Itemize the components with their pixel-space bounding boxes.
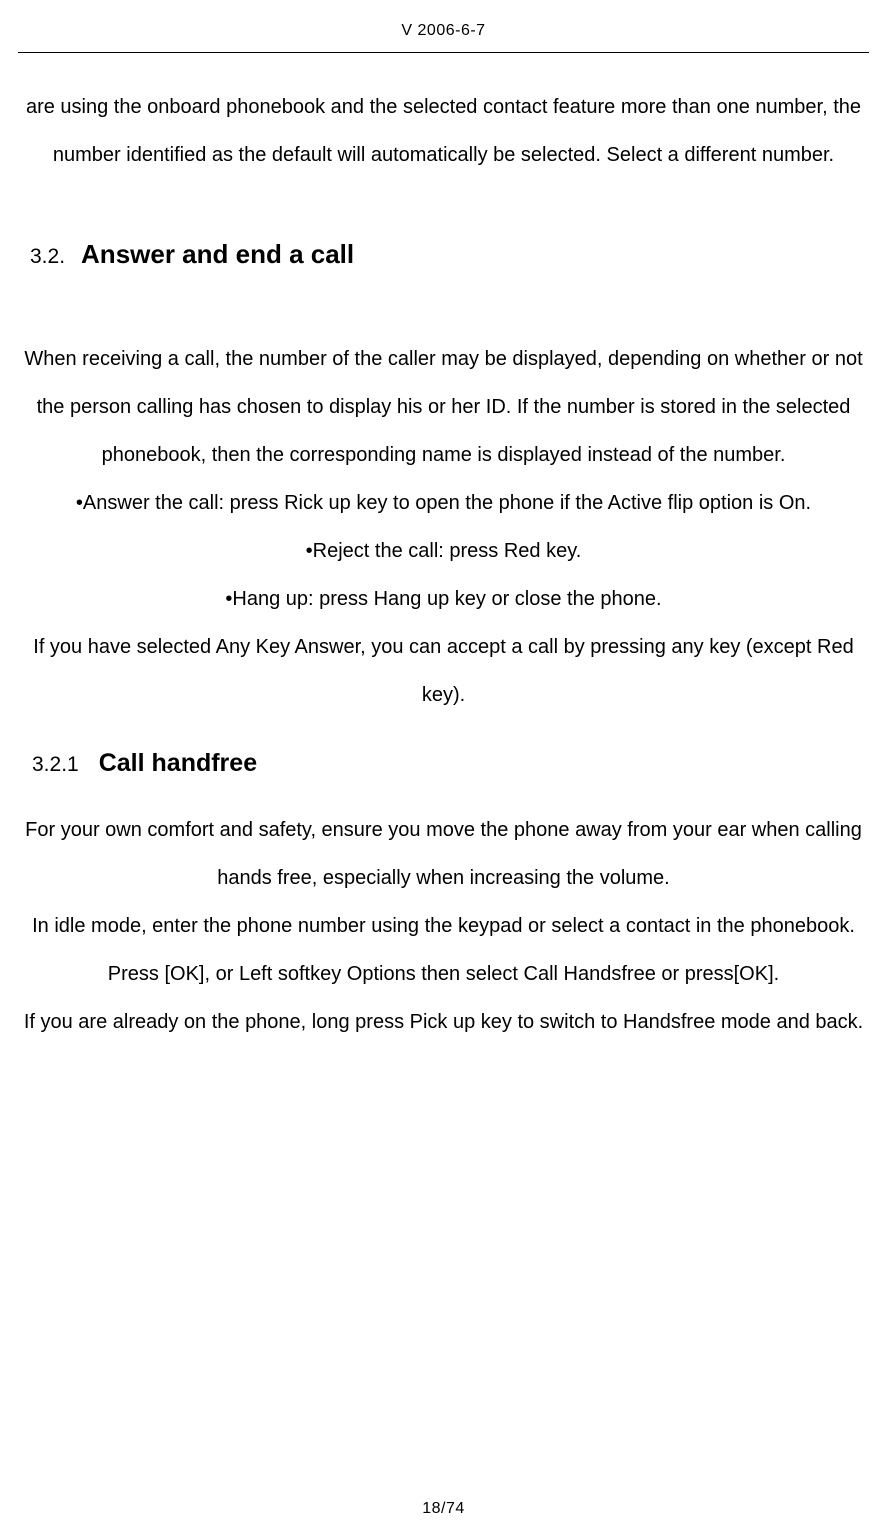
section-3-2-1-paragraph-2: In idle mode, enter the phone number usi… — [10, 902, 877, 950]
subsection-title: Call handfree — [99, 749, 257, 778]
section-title: Answer and end a call — [81, 239, 354, 270]
section-3-2-1-paragraph-4: If you are already on the phone, long pr… — [10, 998, 877, 1046]
section-3-2-1-paragraph-1: For your own comfort and safety, ensure … — [10, 806, 877, 902]
section-3-2-paragraph-2: If you have selected Any Key Answer, you… — [10, 623, 877, 719]
intro-paragraph: are using the onboard phonebook and the … — [10, 83, 877, 179]
page-number: 18/74 — [422, 1500, 465, 1517]
subsection-number: 3.2.1 — [32, 753, 79, 777]
section-3-2-bullet-2: •Reject the call: press Red key. — [10, 527, 877, 575]
section-3-2-1-heading: 3.2.1 Call handfree — [10, 749, 877, 778]
section-3-2-bullet-1: •Answer the call: press Rick up key to o… — [10, 479, 877, 527]
section-number: 3.2. — [30, 245, 65, 269]
page-header: V 2006-6-7 — [18, 0, 869, 53]
page-content: are using the onboard phonebook and the … — [0, 53, 887, 1046]
section-3-2-paragraph-1: When receiving a call, the number of the… — [10, 335, 877, 479]
section-3-2-1-paragraph-3: Press [OK], or Left softkey Options then… — [10, 950, 877, 998]
section-3-2-bullet-3: •Hang up: press Hang up key or close the… — [10, 575, 877, 623]
section-3-2-heading: 3.2. Answer and end a call — [10, 239, 877, 270]
header-version-date: V 2006-6-7 — [401, 22, 485, 39]
page-footer: 18/74 — [0, 1500, 887, 1518]
